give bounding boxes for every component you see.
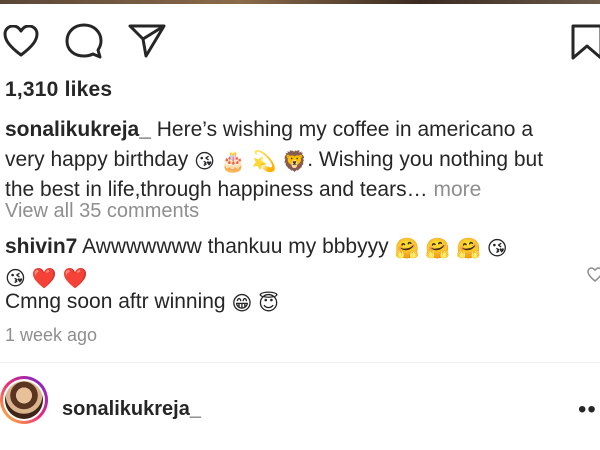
comment-like-heart-icon[interactable] [587, 267, 600, 282]
caption-line-2: very happy birthday 😘 🎂 💫 🦁. Wishing you… [5, 145, 600, 175]
kiss-emoji-icon: 😘 [5, 268, 26, 290]
caption-username[interactable]: sonalikukreja_ [5, 118, 151, 141]
kiss-emoji-icon: 😘 [486, 238, 508, 260]
post-timestamp: 1 week ago [5, 325, 98, 345]
birthday-cake-emoji-icon: 🎂 [220, 151, 246, 173]
hugging-face-emoji-icon: 🤗 [425, 238, 451, 260]
kiss-emoji-icon: 😘 [194, 151, 215, 173]
photo-bottom-edge [0, 0, 600, 4]
dizzy-emoji-icon: 💫 [251, 151, 277, 173]
comment-username[interactable]: shivin7 [5, 235, 77, 258]
comment-text: Awwwwwww thankuu my bbbyyy [82, 235, 389, 258]
avatar[interactable] [0, 376, 48, 424]
action-bar [0, 20, 600, 64]
more-link[interactable]: more [433, 178, 481, 201]
paper-plane-icon[interactable] [128, 24, 166, 58]
more-options-icon[interactable]: •• [578, 396, 597, 424]
comment-text: Cmng soon aftr winning [5, 290, 226, 313]
hugging-face-emoji-icon: 🤗 [394, 238, 420, 260]
halo-face-emoji-icon: 😇 [258, 293, 280, 315]
profile-username[interactable]: sonalikukreja_ [62, 398, 201, 421]
caption-text: the best in life,through happiness and t… [5, 178, 428, 201]
hugging-face-emoji-icon: 🤗 [455, 238, 481, 260]
caption-text: Here’s wishing my coffee in americano a [156, 118, 534, 141]
red-heart-emoji-icon: ❤️ [62, 268, 88, 290]
bookmark-icon[interactable] [571, 24, 600, 60]
comment-line-1: shivin7 Awwwwwww thankuu my bbbyyy 🤗 🤗 🤗… [5, 232, 585, 262]
heart-icon[interactable] [3, 25, 39, 57]
divider [0, 362, 600, 363]
like-count[interactable]: 1,310 likes [5, 78, 112, 102]
avatar-photo [5, 381, 43, 419]
caption-text: very happy birthday [5, 148, 189, 171]
lion-emoji-icon: 🦁 [282, 151, 308, 173]
red-heart-emoji-icon: ❤️ [31, 268, 57, 290]
comment-item: Cmng soon aftr winning 😁 😇 [5, 287, 585, 317]
grinning-face-emoji-icon: 😁 [231, 293, 253, 315]
post-caption: sonalikukreja_ Here’s wishing my coffee … [5, 115, 600, 205]
avatar-ring-gap [3, 379, 45, 421]
comment-item: shivin7 Awwwwwww thankuu my bbbyyy 🤗 🤗 🤗… [5, 232, 585, 292]
comment-icon[interactable] [65, 23, 103, 59]
caption-text: . Wishing you nothing but [307, 148, 544, 171]
view-all-comments-link[interactable]: View all 35 comments [5, 200, 199, 223]
caption-line-1: sonalikukreja_ Here’s wishing my coffee … [5, 115, 600, 145]
